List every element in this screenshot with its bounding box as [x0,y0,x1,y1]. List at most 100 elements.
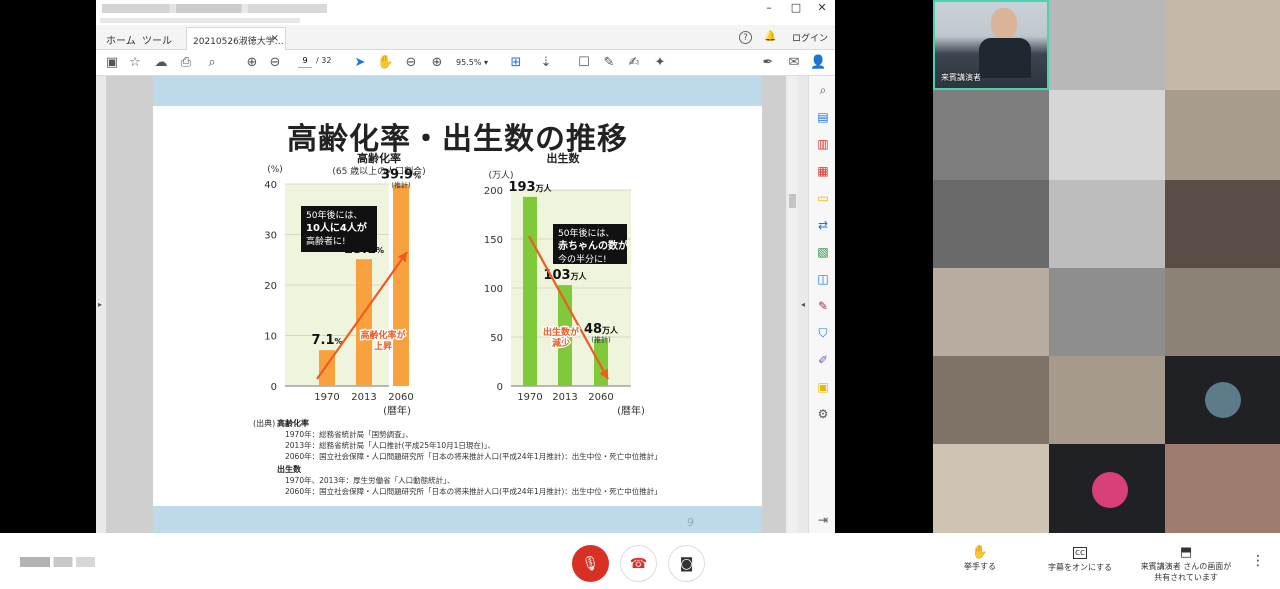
right-panel-toggle-icon[interactable]: ◂ [801,300,805,309]
bell-icon[interactable]: 🔔 [764,31,776,42]
tab-tools[interactable]: ツール [142,32,172,47]
comment-tool-icon[interactable]: ▭ [816,192,830,205]
create-pdf-icon[interactable]: ▥ [816,138,830,151]
source-line: 2060年：国立社会保障・人口問題研究所「日本の将来推計人口(平成24年1月推計… [285,486,662,496]
source-line: 2060年：国立社会保障・人口問題研究所「日本の将来推計人口(平成24年1月推計… [285,451,662,461]
bookmark-star-icon[interactable]: ☆ [127,55,143,71]
participant-tile[interactable] [1165,180,1280,268]
meeting-controls-bar: 🎙 ☎ ◙ ✋ 挙手する cc 字幕をオンにする ⬒ 来賓講演者 さんの画面が … [0,533,1280,589]
bar-value-label: 193万人 [508,180,552,195]
close-tab-icon[interactable]: × [271,33,279,44]
fill-sign-icon[interactable]: ✒ [760,55,776,71]
next-page-icon[interactable]: ⊖ [267,55,283,71]
trend-label: 高齢化率が [360,329,406,341]
participant-tile[interactable] [933,180,1049,268]
x-tick-label: 2060 [588,392,613,403]
export-pdf-icon[interactable]: ▤ [816,111,830,124]
raise-hand-button[interactable]: ✋ 挙手する [958,545,1002,572]
captions-icon: cc [1073,547,1087,559]
mic-off-button[interactable]: 🎙 [572,545,609,582]
presenting-button[interactable]: ⬒ 来賓講演者 さんの画面が 共有されています [1130,545,1242,583]
meeting-name-blurred [20,557,95,567]
meet-window: – □ ✕ ホーム ツール 20210526淑徳大学… × ? 🔔 ログイン ▣… [0,0,1280,589]
login-button[interactable]: ログイン [792,31,828,44]
hand-tool-icon[interactable]: ✋ [377,55,393,71]
protect-icon[interactable]: ⛉ [816,327,830,340]
share-user-icon[interactable]: 👤 [810,55,826,71]
active-speaker-border [933,0,1049,90]
pen-icon[interactable]: ✎ [601,55,617,71]
callout-text: 今の半分に! [558,253,607,265]
mic-off-icon: 🎙 [581,555,600,572]
tab-home[interactable]: ホーム [106,32,136,47]
x-tick-label: 2013 [351,392,376,403]
zoom-select[interactable]: 95.5% ▾ [456,55,496,70]
organize-icon[interactable]: ▧ [816,246,830,259]
page-fit-icon[interactable]: ⊞ [508,55,524,71]
mail-icon[interactable]: ✉ [786,55,802,71]
select-cursor-icon[interactable]: ➤ [352,55,368,71]
left-panel-toggle-icon[interactable]: ▸ [98,300,102,309]
zoom-in-icon[interactable]: ⊕ [429,55,445,71]
search-icon[interactable]: ⌕ [204,55,220,71]
y-tick-label: 150 [484,235,503,246]
edit-pdf-icon[interactable]: ▦ [816,165,830,178]
y-tick-label: 50 [490,333,503,344]
zoom-out-icon[interactable]: ⊖ [403,55,419,71]
tab-document[interactable]: 20210526淑徳大学… × [186,27,286,50]
collapse-panel-icon[interactable]: ⇥ [816,514,830,527]
share-tool-icon[interactable]: ▣ [816,381,830,394]
y-tick-label: 10 [264,332,277,343]
sign-icon[interactable]: ✍ [626,55,642,71]
participant-tile[interactable] [933,90,1049,180]
source-line: 1970年、2013年：厚生労働省「人口動態統計」、 [285,475,454,485]
prev-page-icon[interactable]: ⊕ [244,55,260,71]
camera-button[interactable]: ◙ [668,545,705,582]
participant-tile[interactable] [933,444,1049,533]
participant-tile[interactable] [1165,0,1280,90]
participant-tile[interactable] [933,268,1049,356]
hang-up-icon: ☎ [629,555,648,572]
maximize-button[interactable]: □ [783,1,809,14]
y-tick-label: 20 [264,281,277,292]
leave-call-button[interactable]: ☎ [620,545,657,582]
participant-tile[interactable] [933,356,1049,444]
upload-cloud-icon[interactable]: ☁ [153,55,169,71]
fill-sign-tool-icon[interactable]: ✎ [816,300,830,313]
camera-icon: ◙ [679,555,694,572]
save-icon[interactable]: ▣ [104,55,120,71]
search-tool-icon[interactable]: ⌕ [816,84,830,97]
x-axis-label: (暦年) [383,404,411,417]
bar [594,338,608,386]
close-window-button[interactable]: ✕ [809,1,835,14]
participant-tile-speaker[interactable]: 来賓講演者 [933,0,1049,90]
participant-tile[interactable] [1165,444,1280,533]
print-icon[interactable]: ⎙ [178,55,194,71]
more-options-icon[interactable]: ⋮ [1251,553,1265,569]
send-sign-icon[interactable]: ✐ [816,354,830,367]
comment-icon[interactable]: ☐ [576,55,592,71]
stamp-icon[interactable]: ✦ [652,55,668,71]
participant-tile[interactable] [1049,90,1165,180]
participant-tile[interactable] [1165,268,1280,356]
page-total: / 32 [316,56,332,65]
page-number-input[interactable]: 9 [298,56,312,68]
y-tick-label: 200 [484,186,503,197]
combine-icon[interactable]: ⇄ [816,219,830,232]
raise-hand-icon: ✋ [971,545,989,560]
participant-tile[interactable] [1049,180,1165,268]
captions-button[interactable]: cc 字幕をオンにする [1040,545,1120,573]
help-icon[interactable]: ? [739,31,752,44]
minimize-button[interactable]: – [756,1,782,14]
document-scrollbar[interactable] [788,76,797,533]
more-tools-icon[interactable]: ⚙ [816,408,830,421]
scroll-mode-icon[interactable]: ⇣ [538,55,554,71]
trend-label: 減少 [552,337,570,349]
participant-tile[interactable] [1049,356,1165,444]
scan-icon[interactable]: ◫ [816,273,830,286]
participant-tile[interactable] [1049,0,1165,90]
x-tick-label: 1970 [517,392,542,403]
participant-tile[interactable] [1165,90,1280,180]
source-heading: 高齢化率 [277,418,309,428]
participant-tile[interactable] [1049,268,1165,356]
